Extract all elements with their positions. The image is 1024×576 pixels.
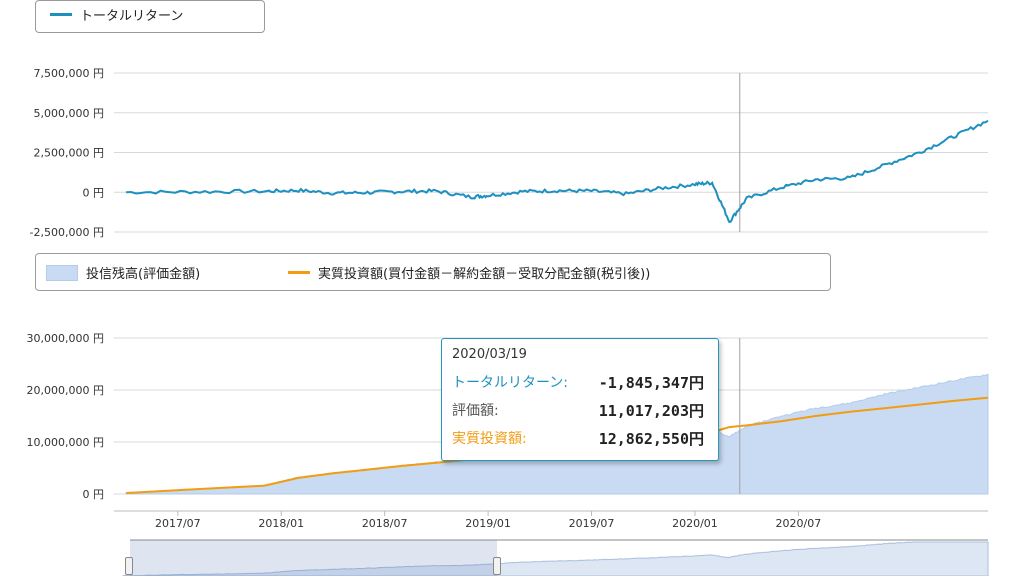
tooltip-label-valuation: 評価額: <box>452 403 499 419</box>
legend-swatch-total-return <box>50 13 72 16</box>
series-total-return-line <box>126 119 989 224</box>
legend-label-total-return: トータルリターン <box>80 9 184 24</box>
tooltip-label-total-return: トータルリターン: <box>452 375 569 391</box>
legend-swatch-investment <box>288 271 310 274</box>
bottom-y-tick-label: 10,000,000 円 <box>27 436 104 449</box>
navigator-left-handle[interactable] <box>125 557 133 575</box>
x-tick-label: 2019/01 <box>465 517 511 530</box>
navigator-right-handle[interactable] <box>493 557 501 575</box>
legend-item-total-return[interactable]: トータルリターン <box>50 5 183 24</box>
tooltip-value-valuation: 11,017,203円 <box>598 402 704 420</box>
top-y-tick-label: 2,500,000 円 <box>34 147 104 160</box>
tooltip-row-total-return: トータルリターン: -1,845,347円 <box>452 372 704 393</box>
x-tick-label: 2020/01 <box>672 517 718 530</box>
legend-swatch-balance <box>46 264 78 281</box>
bottom-y-tick-label: 20,000,000 円 <box>27 384 104 397</box>
legend-bottom: 投信残高(評価金額) 実質投資額(買付金額－解約金額－受取分配金額(税引後)) <box>35 253 831 291</box>
legend-item-investment[interactable]: 実質投資額(買付金額－解約金額－受取分配金額(税引後)) <box>288 263 650 282</box>
navigator-selected-range <box>130 540 497 576</box>
tooltip-label-investment: 実質投資額: <box>452 431 527 447</box>
x-tick-label: 2019/07 <box>569 517 615 530</box>
top-y-tick-label: 5,000,000 円 <box>34 107 104 120</box>
tooltip-row-investment: 実質投資額: 12,862,550円 <box>452 428 704 449</box>
x-tick-label: 2017/07 <box>155 517 201 530</box>
tooltip-date: 2020/03/19 <box>452 347 527 362</box>
bottom-y-tick-label: 0 円 <box>83 488 105 501</box>
top-y-tick-label: 0 円 <box>83 186 105 199</box>
legend-label-investment: 実質投資額(買付金額－解約金額－受取分配金額(税引後)) <box>318 267 651 282</box>
tooltip-value-total-return: -1,845,347円 <box>598 374 704 392</box>
top-y-tick-label: -2,500,000 円 <box>30 226 104 239</box>
legend-label-balance: 投信残高(評価金額) <box>86 267 201 282</box>
bottom-y-tick-label: 30,000,000 円 <box>27 332 104 345</box>
legend-top: トータルリターン <box>35 0 265 33</box>
x-tick-label: 2018/07 <box>362 517 408 530</box>
top-y-tick-label: 7,500,000 円 <box>34 67 104 80</box>
legend-item-balance[interactable]: 投信残高(評価金額) <box>46 263 200 282</box>
tooltip: 2020/03/19 トータルリターン: -1,845,347円 評価額: 11… <box>441 338 719 461</box>
tooltip-value-investment: 12,862,550円 <box>598 430 704 448</box>
tooltip-row-valuation: 評価額: 11,017,203円 <box>452 400 704 421</box>
x-tick-label: 2020/07 <box>776 517 822 530</box>
x-tick-label: 2018/01 <box>258 517 304 530</box>
